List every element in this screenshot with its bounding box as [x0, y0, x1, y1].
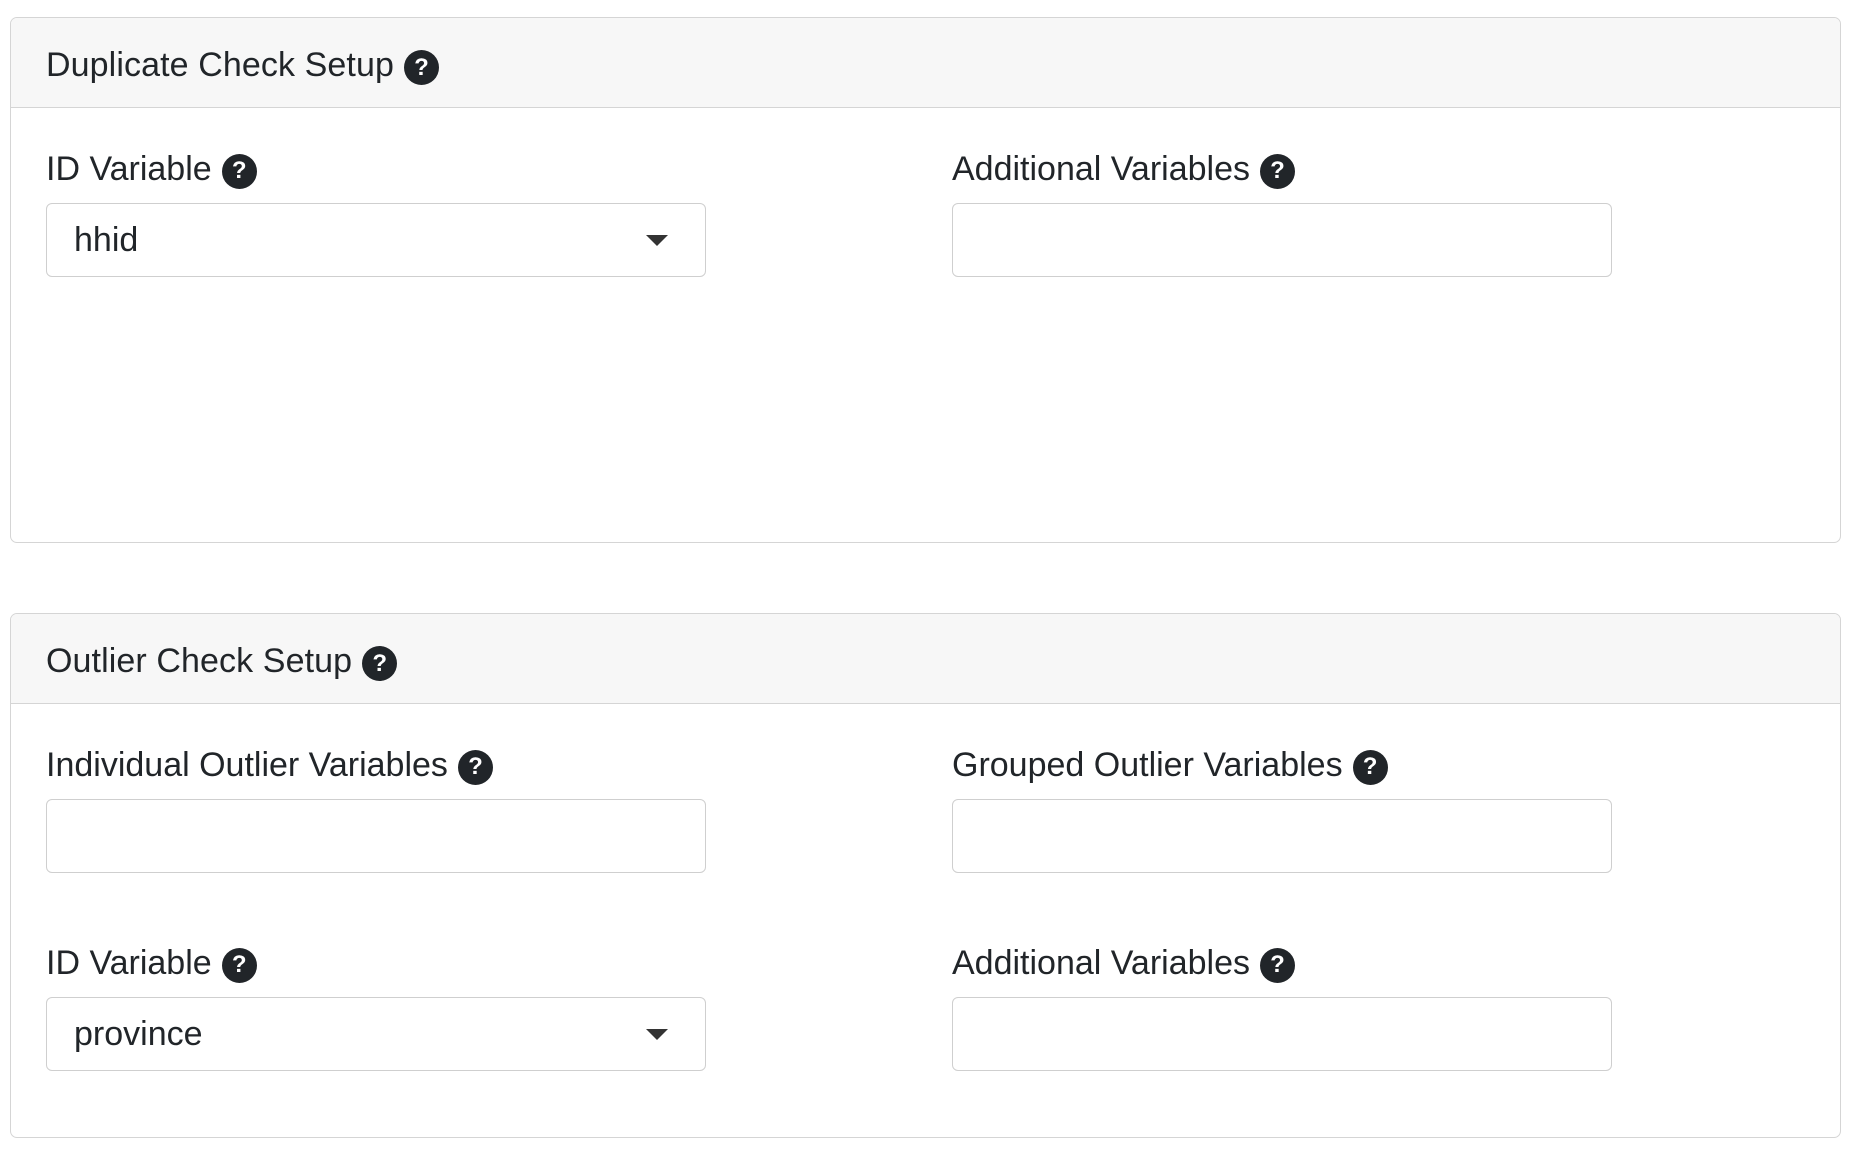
grouped-outlier-variables-label: Grouped Outlier Variables — [952, 745, 1343, 784]
grouped-outlier-variables-field: Grouped Outlier Variables ? — [952, 741, 1612, 873]
chevron-down-icon[interactable] — [646, 1029, 668, 1040]
duplicate-id-variable-label: ID Variable — [46, 149, 212, 188]
duplicate-id-variable-label-row: ID Variable ? — [46, 145, 706, 193]
outlier-id-variable-select[interactable]: province — [46, 997, 706, 1071]
individual-outlier-variables-label: Individual Outlier Variables — [46, 745, 448, 784]
outlier-additional-variables-input[interactable] — [952, 997, 1612, 1071]
outlier-check-setup-title: Outlier Check Setup — [46, 642, 353, 680]
outlier-id-variable-field: ID Variable ? province — [46, 939, 706, 1071]
outlier-additional-variables-help-icon[interactable]: ? — [1260, 947, 1295, 983]
outlier-check-setup-header: Outlier Check Setup ? — [11, 614, 1840, 704]
outlier-id-variable-label: ID Variable — [46, 943, 212, 982]
outlier-check-help-icon[interactable]: ? — [362, 646, 398, 681]
duplicate-check-setup-card: Duplicate Check Setup ? ID Variable ? hh… — [10, 17, 1841, 543]
duplicate-id-variable-help-icon[interactable]: ? — [221, 153, 257, 189]
duplicate-id-variable-field: ID Variable ? hhid — [46, 145, 706, 277]
outlier-additional-variables-label-row: Additional Variables ? — [952, 939, 1612, 987]
duplicate-additional-variables-field: Additional Variables ? — [952, 145, 1612, 277]
duplicate-check-setup-title: Duplicate Check Setup — [46, 46, 394, 84]
duplicate-check-help-icon[interactable]: ? — [403, 50, 439, 85]
outlier-id-variable-selected-value: province — [74, 1014, 203, 1053]
duplicate-id-variable-select[interactable]: hhid — [46, 203, 706, 277]
individual-outlier-variables-input[interactable] — [46, 799, 706, 873]
grouped-outlier-variables-input[interactable] — [952, 799, 1612, 873]
individual-outlier-variables-label-row: Individual Outlier Variables ? — [46, 741, 706, 789]
outlier-id-variable-help-icon[interactable]: ? — [221, 947, 257, 983]
outlier-additional-variables-label: Additional Variables — [952, 943, 1250, 982]
duplicate-additional-variables-label: Additional Variables — [952, 149, 1250, 188]
duplicate-additional-variables-help-icon[interactable]: ? — [1260, 153, 1295, 189]
grouped-outlier-variables-label-row: Grouped Outlier Variables ? — [952, 741, 1612, 789]
duplicate-additional-variables-label-row: Additional Variables ? — [952, 145, 1612, 193]
individual-outlier-variables-field: Individual Outlier Variables ? — [46, 741, 706, 873]
duplicate-check-setup-header: Duplicate Check Setup ? — [11, 18, 1840, 108]
individual-outlier-variables-help-icon[interactable]: ? — [457, 749, 493, 785]
chevron-down-icon[interactable] — [646, 235, 668, 246]
grouped-outlier-variables-help-icon[interactable]: ? — [1352, 749, 1388, 785]
outlier-check-setup-card: Outlier Check Setup ? Individual Outlier… — [10, 613, 1841, 1138]
duplicate-additional-variables-input[interactable] — [952, 203, 1612, 277]
outlier-additional-variables-field: Additional Variables ? — [952, 939, 1612, 1071]
outlier-id-variable-label-row: ID Variable ? — [46, 939, 706, 987]
duplicate-id-variable-selected-value: hhid — [74, 220, 139, 259]
